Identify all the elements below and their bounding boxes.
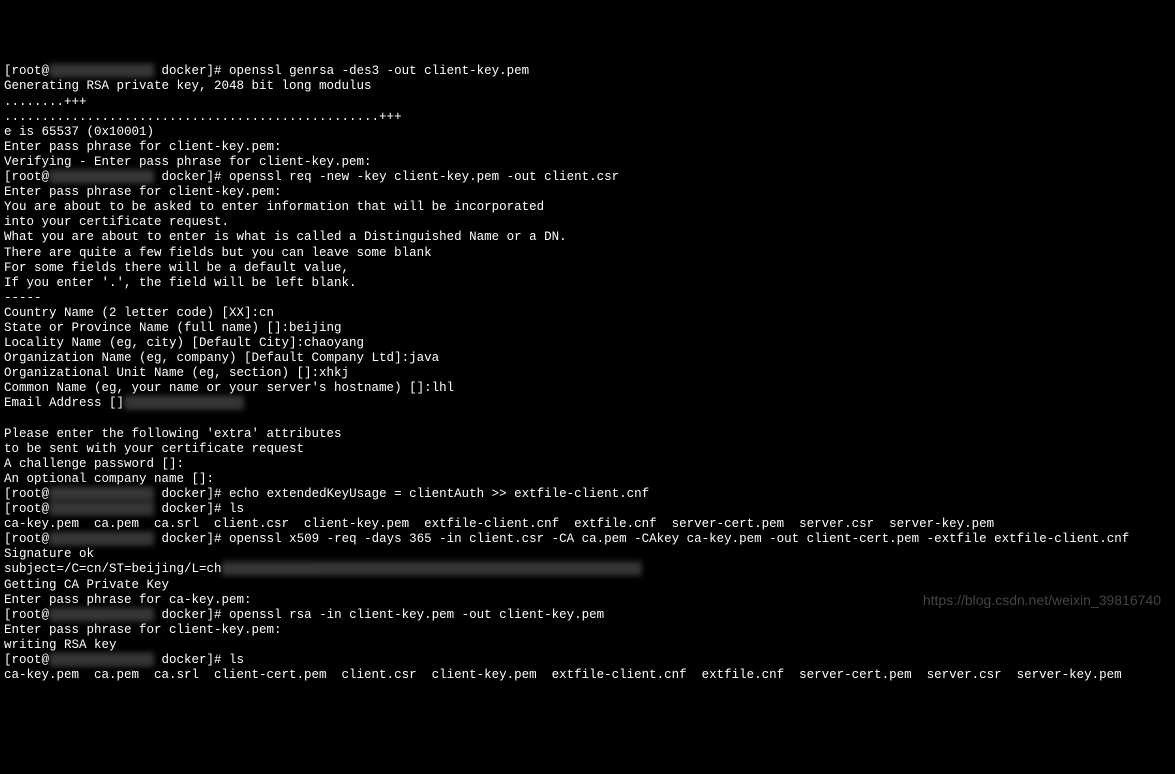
- terminal-line: [root@██████████████ docker]# openssl rs…: [4, 608, 1171, 623]
- terminal-line: [root@██████████████ docker]# openssl re…: [4, 170, 1171, 185]
- terminal-line: into your certificate request.: [4, 215, 1171, 230]
- terminal-line: Organization Name (eg, company) [Default…: [4, 351, 1171, 366]
- terminal-line: A challenge password []:: [4, 457, 1171, 472]
- prompt-prefix: [root@: [4, 64, 49, 78]
- terminal-line: Getting CA Private Key: [4, 578, 1171, 593]
- terminal-line: Country Name (2 letter code) [XX]:cn: [4, 306, 1171, 321]
- prompt-command: docker]# ls: [154, 653, 244, 667]
- terminal-line: ........+++: [4, 95, 1171, 110]
- redacted-text: ████████████████████████████████████████…: [222, 562, 642, 577]
- terminal-line: Common Name (eg, your name or your serve…: [4, 381, 1171, 396]
- terminal-output[interactable]: [root@██████████████ docker]# openssl ge…: [4, 64, 1171, 683]
- redacted-hostname: ██████████████: [49, 532, 154, 547]
- terminal-line: Please enter the following 'extra' attri…: [4, 427, 1171, 442]
- prompt-prefix: [root@: [4, 608, 49, 622]
- terminal-line: writing RSA key: [4, 638, 1171, 653]
- terminal-line: [root@██████████████ docker]# ls: [4, 653, 1171, 668]
- terminal-line: Enter pass phrase for ca-key.pem:: [4, 593, 1171, 608]
- prompt-prefix: [root@: [4, 502, 49, 516]
- prompt-prefix: [root@: [4, 653, 49, 667]
- prompt-command: docker]# echo extendedKeyUsage = clientA…: [154, 487, 649, 501]
- terminal-line: For some fields there will be a default …: [4, 261, 1171, 276]
- terminal-line: What you are about to enter is what is c…: [4, 230, 1171, 245]
- terminal-line: ........................................…: [4, 110, 1171, 125]
- prompt-command: docker]# openssl req -new -key client-ke…: [154, 170, 619, 184]
- text-prefix: Email Address []: [4, 396, 124, 410]
- terminal-line: Locality Name (eg, city) [Default City]:…: [4, 336, 1171, 351]
- terminal-line: ca-key.pem ca.pem ca.srl client.csr clie…: [4, 517, 1171, 532]
- terminal-line: There are quite a few fields but you can…: [4, 246, 1171, 261]
- redacted-hostname: ██████████████: [49, 170, 154, 185]
- redacted-hostname: ██████████████: [49, 64, 154, 79]
- redacted-hostname: ██████████████: [49, 608, 154, 623]
- prompt-command: docker]# openssl rsa -in client-key.pem …: [154, 608, 604, 622]
- terminal-line: [root@██████████████ docker]# echo exten…: [4, 487, 1171, 502]
- redacted-hostname: ██████████████: [49, 487, 154, 502]
- redacted-hostname: ██████████████: [49, 502, 154, 517]
- terminal-line: Generating RSA private key, 2048 bit lon…: [4, 79, 1171, 94]
- prompt-prefix: [root@: [4, 487, 49, 501]
- terminal-line: Enter pass phrase for client-key.pem:: [4, 140, 1171, 155]
- prompt-command: docker]# openssl genrsa -des3 -out clien…: [154, 64, 529, 78]
- terminal-line: If you enter '.', the field will be left…: [4, 276, 1171, 291]
- terminal-line: State or Province Name (full name) []:be…: [4, 321, 1171, 336]
- terminal-line: Verifying - Enter pass phrase for client…: [4, 155, 1171, 170]
- redacted-text: ████████████████: [124, 396, 244, 411]
- prompt-prefix: [root@: [4, 170, 49, 184]
- terminal-line: [root@██████████████ docker]# openssl ge…: [4, 64, 1171, 79]
- prompt-prefix: [root@: [4, 532, 49, 546]
- redacted-hostname: ██████████████: [49, 653, 154, 668]
- terminal-line: An optional company name []:: [4, 472, 1171, 487]
- terminal-line: You are about to be asked to enter infor…: [4, 200, 1171, 215]
- terminal-line: -----: [4, 291, 1171, 306]
- prompt-command: docker]# ls: [154, 502, 244, 516]
- terminal-line: Signature ok: [4, 547, 1171, 562]
- terminal-line: Enter pass phrase for client-key.pem:: [4, 185, 1171, 200]
- terminal-line: e is 65537 (0x10001): [4, 125, 1171, 140]
- terminal-line: to be sent with your certificate request: [4, 442, 1171, 457]
- prompt-command: docker]# openssl x509 -req -days 365 -in…: [154, 532, 1129, 546]
- terminal-line: Organizational Unit Name (eg, section) […: [4, 366, 1171, 381]
- terminal-line: [root@██████████████ docker]# openssl x5…: [4, 532, 1171, 547]
- text-prefix: subject=/C=cn/ST=beijing/L=ch: [4, 562, 222, 576]
- terminal-line: ca-key.pem ca.pem ca.srl client-cert.pem…: [4, 668, 1171, 683]
- terminal-line: Email Address []████████████████: [4, 396, 1171, 411]
- terminal-line: subject=/C=cn/ST=beijing/L=ch███████████…: [4, 562, 1171, 577]
- terminal-line: Enter pass phrase for client-key.pem:: [4, 623, 1171, 638]
- terminal-line: [4, 412, 1171, 427]
- terminal-line: [root@██████████████ docker]# ls: [4, 502, 1171, 517]
